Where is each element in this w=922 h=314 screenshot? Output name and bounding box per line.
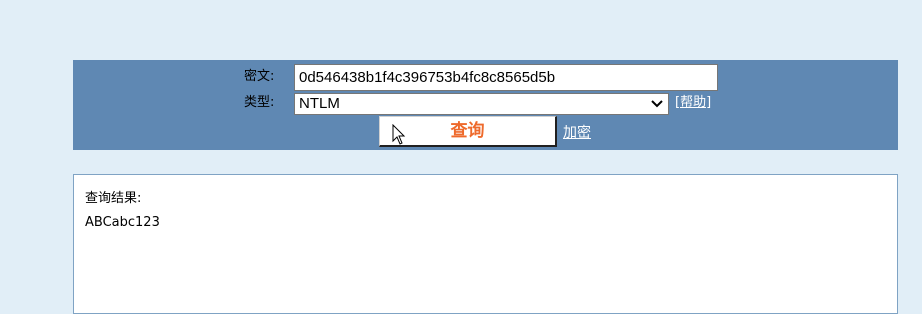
cipher-input[interactable]: [294, 64, 718, 91]
help-link[interactable]: [帮助]: [675, 95, 711, 111]
result-box: 查询结果: ABCabc123: [73, 174, 898, 314]
chevron-down-icon: [651, 100, 663, 108]
cipher-label: 密文:: [244, 69, 275, 84]
result-value: ABCabc123: [85, 215, 160, 230]
encrypt-link[interactable]: 加密: [563, 125, 591, 141]
query-panel: 密文: 类型: NTLM [帮助] 查询 加密: [73, 60, 898, 150]
type-label: 类型:: [244, 95, 275, 110]
type-selected-value: NTLM: [299, 95, 340, 112]
type-select[interactable]: NTLM: [294, 93, 669, 115]
mouse-cursor-icon: [392, 124, 406, 145]
result-title: 查询结果:: [85, 191, 142, 206]
